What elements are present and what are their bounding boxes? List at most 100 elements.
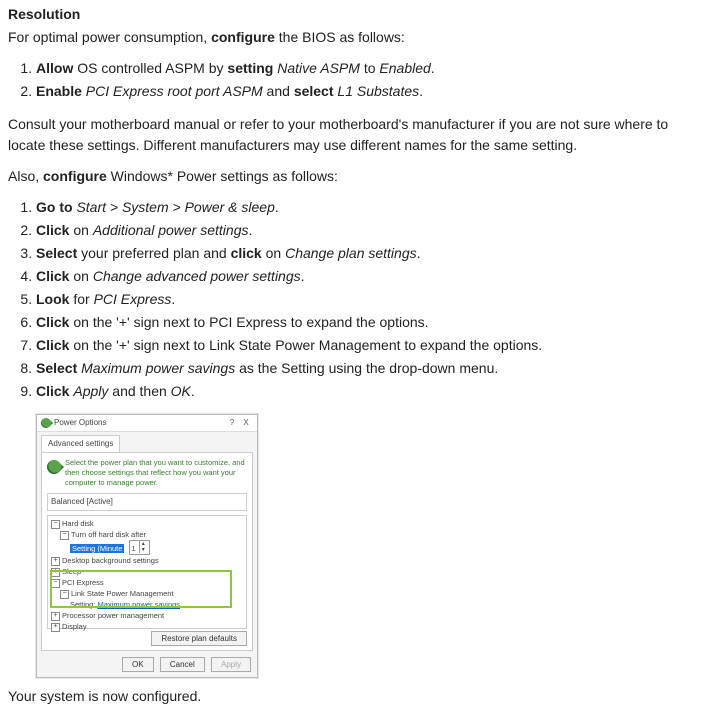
restore-defaults-button[interactable]: Restore plan defaults	[151, 631, 247, 646]
text-bold: Click	[36, 383, 69, 399]
restore-row: Restore plan defaults	[47, 633, 247, 645]
text-bold: Click	[36, 268, 69, 284]
text: and	[263, 83, 294, 99]
spinner-arrows-icon[interactable]: ▴▾	[139, 541, 147, 553]
text-italic: Maximum power savings	[81, 360, 235, 376]
also-paragraph: Also, configure Windows* Power settings …	[8, 166, 700, 187]
tree-label: Setting:	[70, 600, 98, 609]
text: .	[431, 60, 435, 76]
text-bold: Go to	[36, 199, 73, 215]
power-icon	[39, 416, 53, 430]
tree-label: Turn off hard disk after	[71, 530, 146, 539]
text-bold: configure	[43, 168, 107, 184]
text-bold: Click	[36, 222, 69, 238]
setting-value-link[interactable]: Maximum power savings	[98, 600, 181, 609]
cancel-button[interactable]: Cancel	[160, 657, 205, 672]
tree-item-sleep[interactable]: +Sleep	[50, 566, 244, 577]
text: for	[69, 291, 93, 307]
expand-icon[interactable]: +	[51, 623, 60, 632]
expand-icon[interactable]: +	[51, 557, 60, 566]
text-bold: Look	[36, 291, 69, 307]
settings-tree[interactable]: −Hard disk −Turn off hard disk after Set…	[47, 515, 247, 629]
text: Windows* Power settings as follows:	[107, 168, 338, 184]
collapse-icon[interactable]: −	[51, 579, 60, 588]
text-italic: PCI Express root port ASPM	[86, 83, 263, 99]
dialog-body: Select the power plan that you want to c…	[41, 452, 253, 651]
text: on the '+' sign next to PCI Express to e…	[69, 314, 428, 330]
text: .	[191, 383, 195, 399]
text-italic: Change plan settings	[285, 245, 417, 261]
text: and then	[108, 383, 170, 399]
dialog-title: Power Options	[54, 417, 106, 429]
spinner-value: 1	[132, 544, 136, 553]
list-item: Click on Additional power settings.	[36, 220, 700, 241]
bios-steps-list: Allow OS controlled ASPM by setting Nati…	[8, 58, 700, 102]
tree-item-link-state-setting[interactable]: Setting: Maximum power savings	[50, 599, 244, 610]
text-bold: click	[231, 245, 262, 261]
list-item: Click on Change advanced power settings.	[36, 266, 700, 287]
tree-item-processor-power[interactable]: +Processor power management	[50, 610, 244, 621]
apply-button[interactable]: Apply	[211, 657, 251, 672]
text-italic: L1 Substates	[337, 83, 419, 99]
tree-item-pci-express[interactable]: −PCI Express	[50, 577, 244, 588]
text: as the Setting using the drop-down menu.	[235, 360, 498, 376]
help-button[interactable]: ?	[225, 417, 239, 429]
list-item: Look for PCI Express.	[36, 289, 700, 310]
tree-item-desktop-background[interactable]: +Desktop background settings	[50, 555, 244, 566]
text-bold: Click	[36, 337, 69, 353]
text-bold: Select	[36, 360, 77, 376]
list-item: Click Apply and then OK.	[36, 381, 700, 402]
closing-paragraph: Your system is now configured.	[8, 686, 700, 707]
collapse-icon[interactable]: −	[51, 520, 60, 529]
expand-icon[interactable]: +	[51, 568, 60, 577]
text: on the '+' sign next to Link State Power…	[69, 337, 542, 353]
tree-item-turn-off-hdd[interactable]: −Turn off hard disk after	[50, 529, 244, 540]
tree-label: Hard disk	[62, 519, 94, 528]
close-button[interactable]: X	[239, 417, 253, 429]
text-bold: Allow	[36, 60, 73, 76]
text: Also,	[8, 168, 43, 184]
tree-item-hard-disk[interactable]: −Hard disk	[50, 518, 244, 529]
text: on	[69, 222, 92, 238]
text: .	[248, 222, 252, 238]
text-bold: Enable	[36, 83, 82, 99]
tree-label: PCI Express	[62, 578, 104, 587]
section-heading: Resolution	[8, 4, 700, 25]
text: .	[171, 291, 175, 307]
text: your preferred plan and	[77, 245, 230, 261]
tree-item-setting-minutes[interactable]: Setting (Minute 1▴▾	[50, 540, 244, 555]
tree-label: Link State Power Management	[71, 589, 174, 598]
dialog-titlebar: Power Options ? X	[37, 415, 257, 432]
leaf-icon	[44, 457, 64, 477]
text-italic: Change advanced power settings	[93, 268, 301, 284]
collapse-icon[interactable]: −	[60, 590, 69, 599]
text: on	[69, 268, 92, 284]
tree-item-link-state[interactable]: −Link State Power Management	[50, 588, 244, 599]
text: .	[275, 199, 279, 215]
text-italic: Additional power settings	[93, 222, 249, 238]
text: on	[262, 245, 285, 261]
ok-button[interactable]: OK	[122, 657, 154, 672]
list-item: Allow OS controlled ASPM by setting Nati…	[36, 58, 700, 79]
text-bold: select	[294, 83, 334, 99]
minutes-spinner[interactable]: 1▴▾	[129, 540, 150, 555]
text-bold: Select	[36, 245, 77, 261]
text: the BIOS as follows:	[275, 29, 405, 45]
text-italic: PCI Express	[94, 291, 172, 307]
text: For optimal power consumption,	[8, 29, 211, 45]
list-item: Click on the '+' sign next to Link State…	[36, 335, 700, 356]
list-item: Click on the '+' sign next to PCI Expres…	[36, 312, 700, 333]
collapse-icon[interactable]: −	[60, 531, 69, 540]
tree-item-display[interactable]: +Display	[50, 621, 244, 632]
text: .	[417, 245, 421, 261]
windows-steps-list: Go to Start > System > Power & sleep. Cl…	[8, 197, 700, 402]
text-bold: Click	[36, 314, 69, 330]
list-item: Enable PCI Express root port ASPM and se…	[36, 81, 700, 102]
list-item: Go to Start > System > Power & sleep.	[36, 197, 700, 218]
text-italic: Enabled	[379, 60, 430, 76]
tree-label: Sleep	[62, 567, 81, 576]
consult-paragraph: Consult your motherboard manual or refer…	[8, 114, 700, 156]
power-plan-select[interactable]: Balanced [Active]	[47, 493, 247, 511]
tab-advanced-settings[interactable]: Advanced settings	[41, 435, 120, 452]
expand-icon[interactable]: +	[51, 612, 60, 621]
